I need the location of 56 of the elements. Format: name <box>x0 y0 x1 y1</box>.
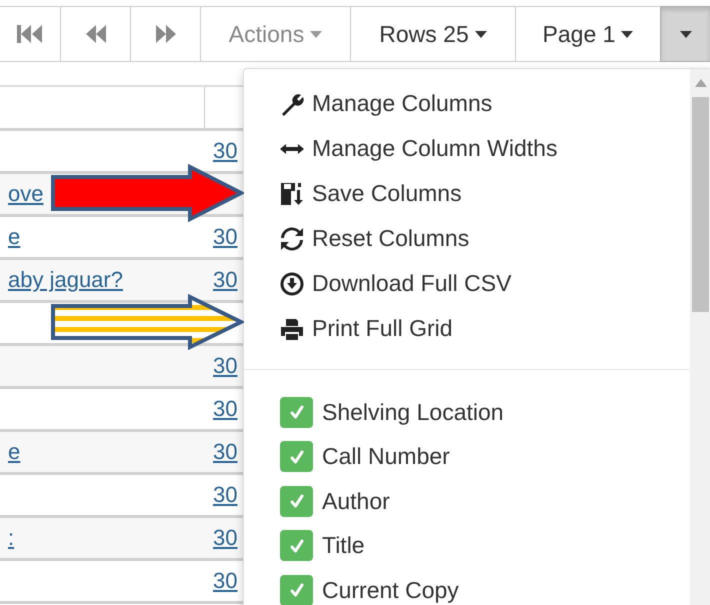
column-toggle[interactable]: Shelving Location <box>244 390 690 434</box>
checkmark-icon <box>288 538 304 554</box>
title-link[interactable]: e <box>8 224 20 250</box>
column-toggle[interactable]: Title <box>244 524 690 568</box>
save-icon <box>280 182 304 206</box>
barcode-link[interactable]: 30 <box>213 138 238 164</box>
title-link[interactable]: : <box>8 525 14 551</box>
menu-item[interactable]: Download Full CSV <box>244 261 690 306</box>
barcode-link[interactable]: 30 <box>213 568 238 594</box>
checkbox[interactable] <box>280 396 313 428</box>
menu-item[interactable]: Manage Column Widths <box>244 126 690 171</box>
menu-toggle-button[interactable] <box>660 6 710 62</box>
printer-icon <box>280 316 304 340</box>
scrollbar-thumb[interactable] <box>692 97 709 312</box>
caret-icon <box>621 30 634 38</box>
barcode-link[interactable]: 30 <box>213 482 238 508</box>
menu-item[interactable]: Reset Columns <box>244 216 690 261</box>
first-page-button[interactable] <box>0 6 60 62</box>
menu-item[interactable]: Print Full Grid <box>244 306 690 351</box>
menu-item[interactable]: Save Columns <box>244 171 690 216</box>
wrench-icon <box>280 92 304 116</box>
barcode-link[interactable]: 30 <box>213 224 238 250</box>
checkmark-icon <box>288 404 304 420</box>
checkmark-icon <box>288 582 304 598</box>
barcode-link[interactable]: 30 <box>213 439 238 465</box>
checkmark-icon <box>288 493 304 510</box>
barcode-link[interactable]: 30 <box>213 353 238 379</box>
checkbox[interactable] <box>280 441 313 472</box>
checkbox[interactable] <box>280 486 313 517</box>
rewind-icon <box>84 24 106 44</box>
checkmark-icon <box>288 448 304 465</box>
title-link[interactable]: ove <box>8 181 44 207</box>
scroll-up-icon <box>694 79 706 87</box>
column-toggle[interactable]: Author <box>244 479 690 524</box>
barcode-link[interactable]: 30 <box>213 396 238 422</box>
previous-page-button[interactable] <box>60 6 130 62</box>
caret-icon <box>680 30 692 38</box>
barcode-link[interactable]: 30 <box>213 267 238 293</box>
next-page-button[interactable] <box>130 6 200 62</box>
first-page-icon <box>17 24 43 44</box>
column-toggle[interactable]: Current Copy <box>244 568 690 605</box>
download-icon <box>280 272 304 296</box>
menu-item[interactable]: Manage Columns <box>244 81 690 126</box>
barcode-link[interactable]: 30 <box>213 525 238 551</box>
checkbox[interactable] <box>280 530 313 562</box>
caret-icon <box>310 30 322 38</box>
caret-icon <box>474 30 487 38</box>
dropdown-button[interactable]: Rows 25 <box>350 6 515 62</box>
scrollbar[interactable] <box>690 69 710 605</box>
title-link[interactable]: e <box>8 439 20 465</box>
fast-forward-icon <box>154 24 176 44</box>
column-toggle[interactable]: Call Number <box>244 434 690 479</box>
checkbox[interactable] <box>280 574 313 605</box>
refresh-icon <box>280 226 304 250</box>
dropdown-button[interactable]: Page 1 <box>515 6 660 62</box>
title-link[interactable]: aby jaguar? <box>8 267 123 293</box>
